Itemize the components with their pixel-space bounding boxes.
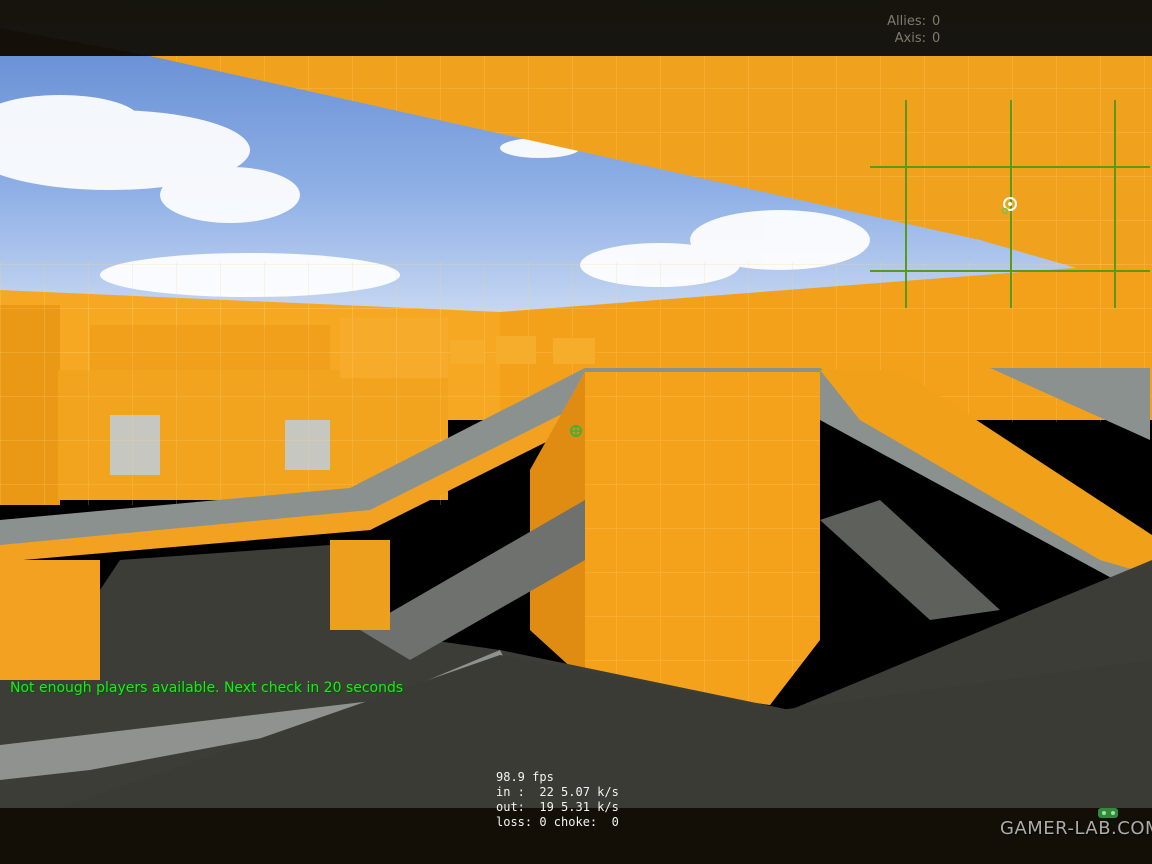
allies-label: Allies:: [887, 14, 926, 29]
far-block-1: [450, 340, 484, 364]
netgraph-out: out: 19 5.31 k/s: [496, 800, 619, 814]
axis-label: Axis:: [894, 31, 926, 46]
left-lower-support: [0, 560, 100, 680]
axis-score: 0: [932, 31, 941, 46]
netgraph: 98.9 fps in : 22 5.07 k/s out: 19 5.31 k/s…: [496, 770, 619, 830]
map-scene: [0, 0, 1152, 808]
netgraph-in: in : 22 5.07 k/s: [496, 785, 619, 799]
far-block-2: [496, 336, 536, 364]
allies-score: 0: [932, 14, 941, 29]
top-letterbox-bar: [0, 0, 1152, 56]
netgraph-fps: 98.9 fps: [496, 770, 554, 784]
score-allies: Allies: 0: [880, 14, 952, 30]
crosshair-icon: [570, 425, 582, 437]
game-viewport[interactable]: Allies: 0 Axis: 0 Not enough players avail…: [0, 0, 1152, 864]
ramp-lower-right: [820, 500, 1000, 620]
netgraph-loss: loss: 0 choke: 0: [496, 815, 619, 829]
far-block-3: [553, 338, 595, 364]
left-lower-support-2: [330, 540, 390, 630]
watermark: GAMER-LAB.COM: [1000, 818, 1152, 839]
score-axis: Axis: 0: [880, 31, 952, 47]
server-message: Not enough players available. Next check…: [10, 680, 404, 696]
